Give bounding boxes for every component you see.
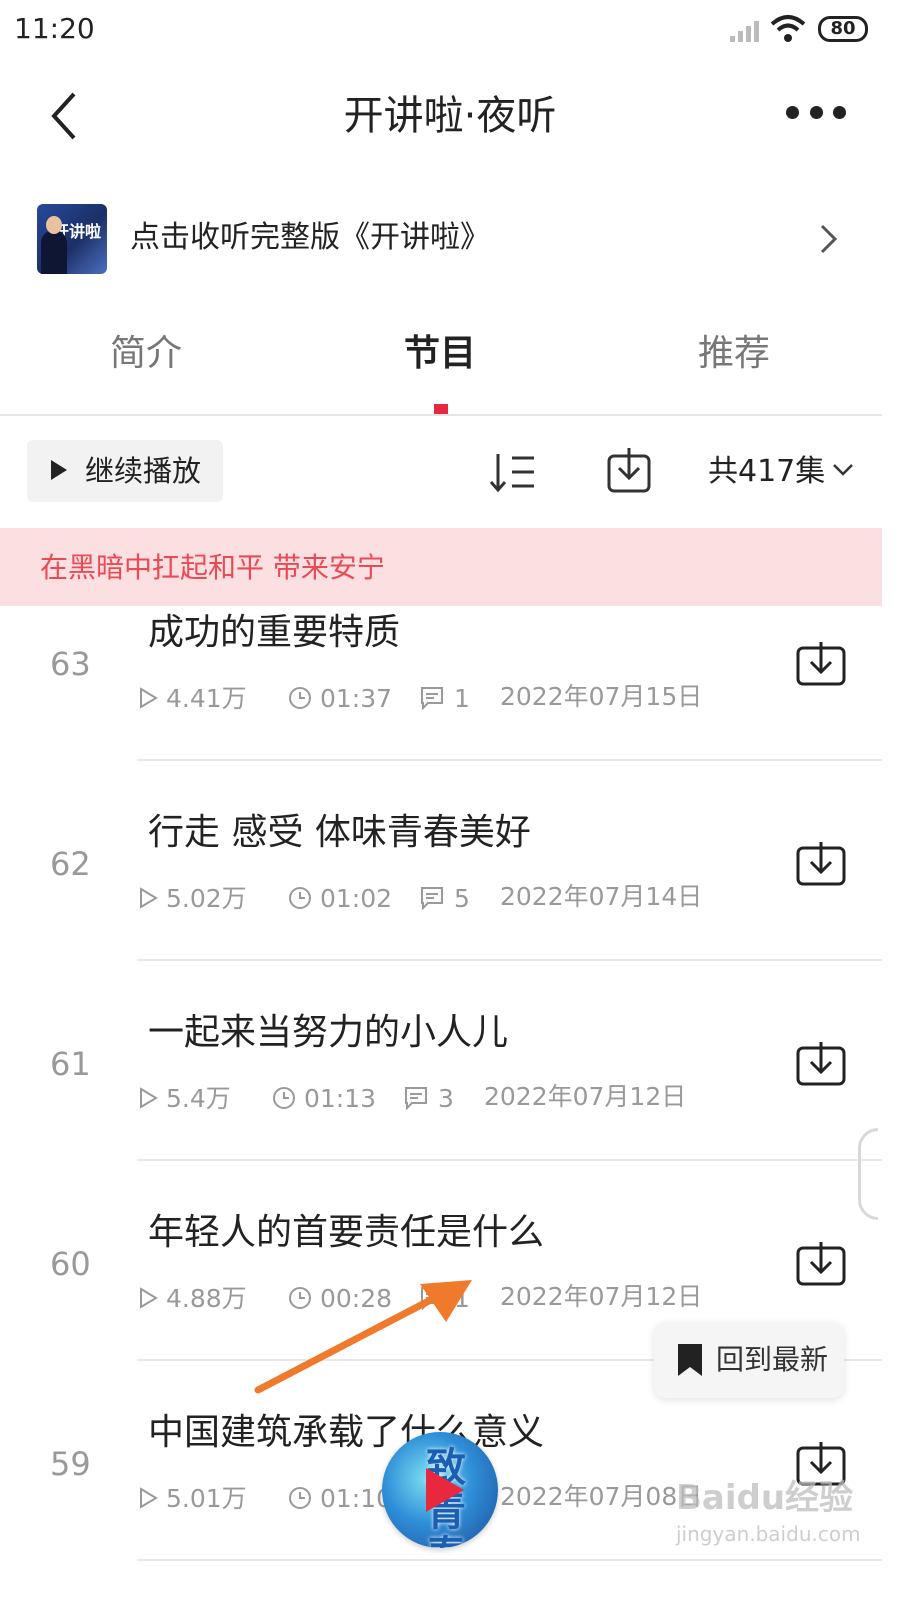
continue-play-button[interactable]: 继续播放 <box>27 440 223 502</box>
download-icon[interactable] <box>796 640 846 686</box>
clock-icon <box>289 887 311 909</box>
play-count: 5.4万 <box>166 1084 231 1113</box>
divider <box>137 1559 882 1561</box>
wifi-icon <box>770 15 806 42</box>
status-time: 11:20 <box>14 12 95 45</box>
play-count: 4.88万 <box>166 1284 247 1313</box>
play-count-icon <box>140 1087 158 1109</box>
episode-title[interactable]: 成功的重要特质 <box>148 610 400 656</box>
download-icon[interactable] <box>796 1240 846 1286</box>
episode-number: 60 <box>50 1245 91 1283</box>
comment-icon <box>405 1087 427 1110</box>
episode-number: 59 <box>50 1445 91 1483</box>
publish-date: 2022年07月15日 <box>500 682 703 711</box>
duration: 01:02 <box>320 884 393 913</box>
duration: 01:13 <box>304 1084 377 1113</box>
clock-icon <box>273 1087 295 1109</box>
episode-number: 61 <box>50 1045 91 1083</box>
watermark-url: jingyan.baidu.com <box>676 1522 861 1546</box>
play-count-icon <box>140 687 158 709</box>
episode-number: 62 <box>50 845 91 883</box>
chevron-right-icon[interactable] <box>818 222 840 256</box>
bookmark-icon <box>678 1344 702 1376</box>
comment-icon <box>421 687 443 710</box>
divider <box>0 414 882 416</box>
publish-date: 2022年07月12日 <box>500 1282 703 1311</box>
annotation-arrow-icon <box>254 1280 472 1394</box>
download-icon[interactable] <box>796 840 846 886</box>
continue-play-label: 继续播放 <box>85 454 202 488</box>
episode-number: 63 <box>50 645 91 683</box>
clock-icon <box>289 1487 311 1509</box>
publish-date: 2022年07月08日 <box>500 1482 703 1511</box>
chevron-down-icon[interactable] <box>832 462 854 478</box>
watermark: Baidu经验 <box>676 1478 854 1518</box>
mini-player[interactable]: 致青春 <box>382 1432 498 1548</box>
page-title: 开讲啦·夜听 <box>343 93 557 139</box>
clock-icon <box>289 687 311 709</box>
battery-icon: 80 <box>818 16 868 42</box>
tab-indicator <box>434 404 448 414</box>
episode-title[interactable]: 行走 感受 体味青春美好 <box>148 810 531 856</box>
publish-date: 2022年07月14日 <box>500 882 703 911</box>
divider <box>137 959 882 961</box>
promo-thumbnail: 开讲啦 <box>37 204 107 274</box>
duration: 01:37 <box>320 684 393 713</box>
play-icon <box>51 460 67 480</box>
signal-icon <box>730 21 759 42</box>
publish-date: 2022年07月12日 <box>484 1082 687 1111</box>
play-count: 4.41万 <box>166 684 247 713</box>
download-icon[interactable] <box>796 1040 846 1086</box>
more-menu-icon[interactable] <box>786 106 846 120</box>
divider <box>137 759 882 761</box>
play-icon[interactable] <box>426 1468 464 1512</box>
comment-count: 1 <box>454 684 470 713</box>
scroll-handle[interactable] <box>858 1128 878 1220</box>
episode-title[interactable]: 年轻人的首要责任是什么 <box>148 1210 544 1256</box>
back-to-latest-label: 回到最新 <box>716 1343 829 1376</box>
play-count: 5.02万 <box>166 884 247 913</box>
sort-icon[interactable] <box>488 450 538 494</box>
episode-count[interactable]: 共417集 <box>708 452 825 492</box>
download-all-icon[interactable] <box>606 446 652 494</box>
promo-text[interactable]: 点击收听完整版《开讲啦》 <box>130 218 490 258</box>
episode-title[interactable]: 一起来当努力的小人儿 <box>148 1010 508 1056</box>
comment-count: 3 <box>438 1084 454 1113</box>
banner-text: 在黑暗中扛起和平 带来安宁 <box>40 551 385 584</box>
divider <box>137 1159 882 1161</box>
tab-episodes[interactable]: 节目 <box>404 330 476 378</box>
play-count: 5.01万 <box>166 1484 247 1513</box>
play-count-icon <box>140 1487 158 1509</box>
play-count-icon <box>140 887 158 909</box>
back-to-latest-button[interactable]: 回到最新 <box>654 1322 844 1398</box>
tab-intro[interactable]: 简介 <box>110 330 182 378</box>
tab-recommend[interactable]: 推荐 <box>698 330 770 378</box>
play-count-icon <box>140 1287 158 1309</box>
comment-count: 5 <box>454 884 470 913</box>
comment-icon <box>421 887 443 910</box>
